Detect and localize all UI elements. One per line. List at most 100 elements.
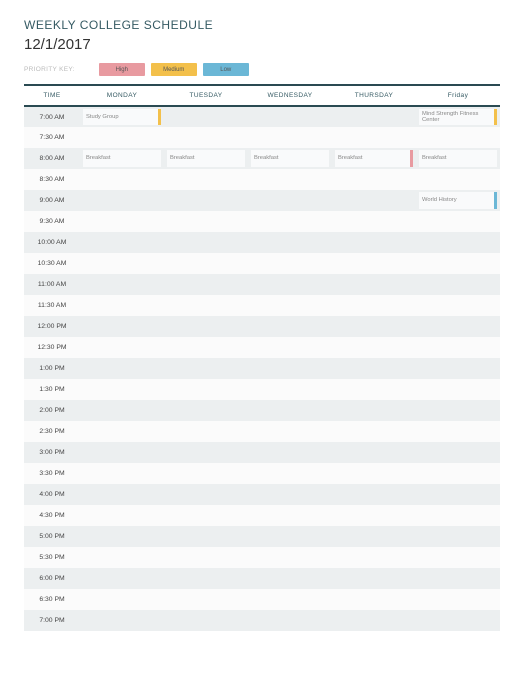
cell[interactable]	[332, 568, 416, 589]
cell[interactable]	[164, 211, 248, 232]
cell-fri-900[interactable]: World History	[416, 190, 500, 211]
cell[interactable]	[164, 421, 248, 442]
cell[interactable]	[332, 211, 416, 232]
cell[interactable]	[248, 505, 332, 526]
cell[interactable]	[416, 253, 500, 274]
cell[interactable]	[248, 274, 332, 295]
cell[interactable]	[332, 589, 416, 610]
cell[interactable]	[416, 232, 500, 253]
cell[interactable]	[248, 211, 332, 232]
cell[interactable]	[416, 463, 500, 484]
cell[interactable]	[248, 610, 332, 631]
cell[interactable]	[332, 505, 416, 526]
cell[interactable]	[416, 505, 500, 526]
cell-fri-800[interactable]: Breakfast	[416, 148, 500, 169]
cell[interactable]	[164, 400, 248, 421]
cell[interactable]	[416, 211, 500, 232]
cell[interactable]	[332, 358, 416, 379]
cell[interactable]	[164, 379, 248, 400]
cell[interactable]	[164, 190, 248, 211]
cell[interactable]	[332, 316, 416, 337]
cell-tue-800[interactable]: Breakfast	[164, 148, 248, 169]
cell[interactable]	[332, 337, 416, 358]
cell-tue-700[interactable]	[164, 106, 248, 127]
cell[interactable]	[248, 421, 332, 442]
cell-mon-700[interactable]: Study Group	[80, 106, 164, 127]
cell[interactable]	[416, 337, 500, 358]
cell[interactable]	[80, 253, 164, 274]
cell[interactable]	[80, 463, 164, 484]
cell-wed-700[interactable]	[248, 106, 332, 127]
cell[interactable]	[164, 358, 248, 379]
cell[interactable]	[416, 589, 500, 610]
cell[interactable]	[332, 295, 416, 316]
cell[interactable]	[332, 232, 416, 253]
cell[interactable]	[248, 547, 332, 568]
cell[interactable]	[332, 127, 416, 148]
cell[interactable]	[80, 232, 164, 253]
cell[interactable]	[416, 610, 500, 631]
cell[interactable]	[164, 568, 248, 589]
cell[interactable]	[416, 568, 500, 589]
cell[interactable]	[80, 505, 164, 526]
cell[interactable]	[332, 526, 416, 547]
cell[interactable]	[248, 400, 332, 421]
cell[interactable]	[164, 127, 248, 148]
cell[interactable]	[332, 379, 416, 400]
cell[interactable]	[332, 610, 416, 631]
cell[interactable]	[416, 274, 500, 295]
cell[interactable]	[248, 379, 332, 400]
cell[interactable]	[80, 421, 164, 442]
cell[interactable]	[416, 316, 500, 337]
cell[interactable]	[80, 169, 164, 190]
cell[interactable]	[80, 568, 164, 589]
cell[interactable]	[416, 400, 500, 421]
cell[interactable]	[248, 526, 332, 547]
cell[interactable]	[416, 484, 500, 505]
cell[interactable]	[80, 484, 164, 505]
cell[interactable]	[248, 127, 332, 148]
cell[interactable]	[164, 337, 248, 358]
cell[interactable]	[416, 526, 500, 547]
cell[interactable]	[248, 337, 332, 358]
cell[interactable]	[248, 358, 332, 379]
cell[interactable]	[332, 484, 416, 505]
cell-fri-700[interactable]: Mind Strength Fitness Center	[416, 106, 500, 127]
cell[interactable]	[80, 295, 164, 316]
cell-thu-800[interactable]: Breakfast	[332, 148, 416, 169]
cell[interactable]	[164, 505, 248, 526]
cell[interactable]	[416, 547, 500, 568]
cell[interactable]	[332, 274, 416, 295]
cell[interactable]	[248, 295, 332, 316]
cell[interactable]	[164, 316, 248, 337]
cell[interactable]	[332, 463, 416, 484]
cell[interactable]	[332, 190, 416, 211]
cell[interactable]	[164, 442, 248, 463]
cell[interactable]	[332, 442, 416, 463]
cell[interactable]	[248, 253, 332, 274]
cell[interactable]	[248, 316, 332, 337]
cell-wed-800[interactable]: Breakfast	[248, 148, 332, 169]
cell[interactable]	[416, 421, 500, 442]
cell[interactable]	[332, 421, 416, 442]
cell[interactable]	[80, 211, 164, 232]
cell[interactable]	[80, 442, 164, 463]
cell[interactable]	[248, 568, 332, 589]
cell[interactable]	[80, 274, 164, 295]
cell[interactable]	[164, 526, 248, 547]
cell[interactable]	[80, 379, 164, 400]
cell[interactable]	[248, 484, 332, 505]
cell[interactable]	[248, 442, 332, 463]
cell[interactable]	[416, 442, 500, 463]
cell[interactable]	[164, 547, 248, 568]
cell[interactable]	[332, 400, 416, 421]
cell[interactable]	[80, 526, 164, 547]
cell-thu-700[interactable]	[332, 106, 416, 127]
cell[interactable]	[164, 274, 248, 295]
cell[interactable]	[164, 169, 248, 190]
cell[interactable]	[332, 253, 416, 274]
cell[interactable]	[416, 295, 500, 316]
cell[interactable]	[416, 379, 500, 400]
cell[interactable]	[80, 190, 164, 211]
cell[interactable]	[80, 337, 164, 358]
